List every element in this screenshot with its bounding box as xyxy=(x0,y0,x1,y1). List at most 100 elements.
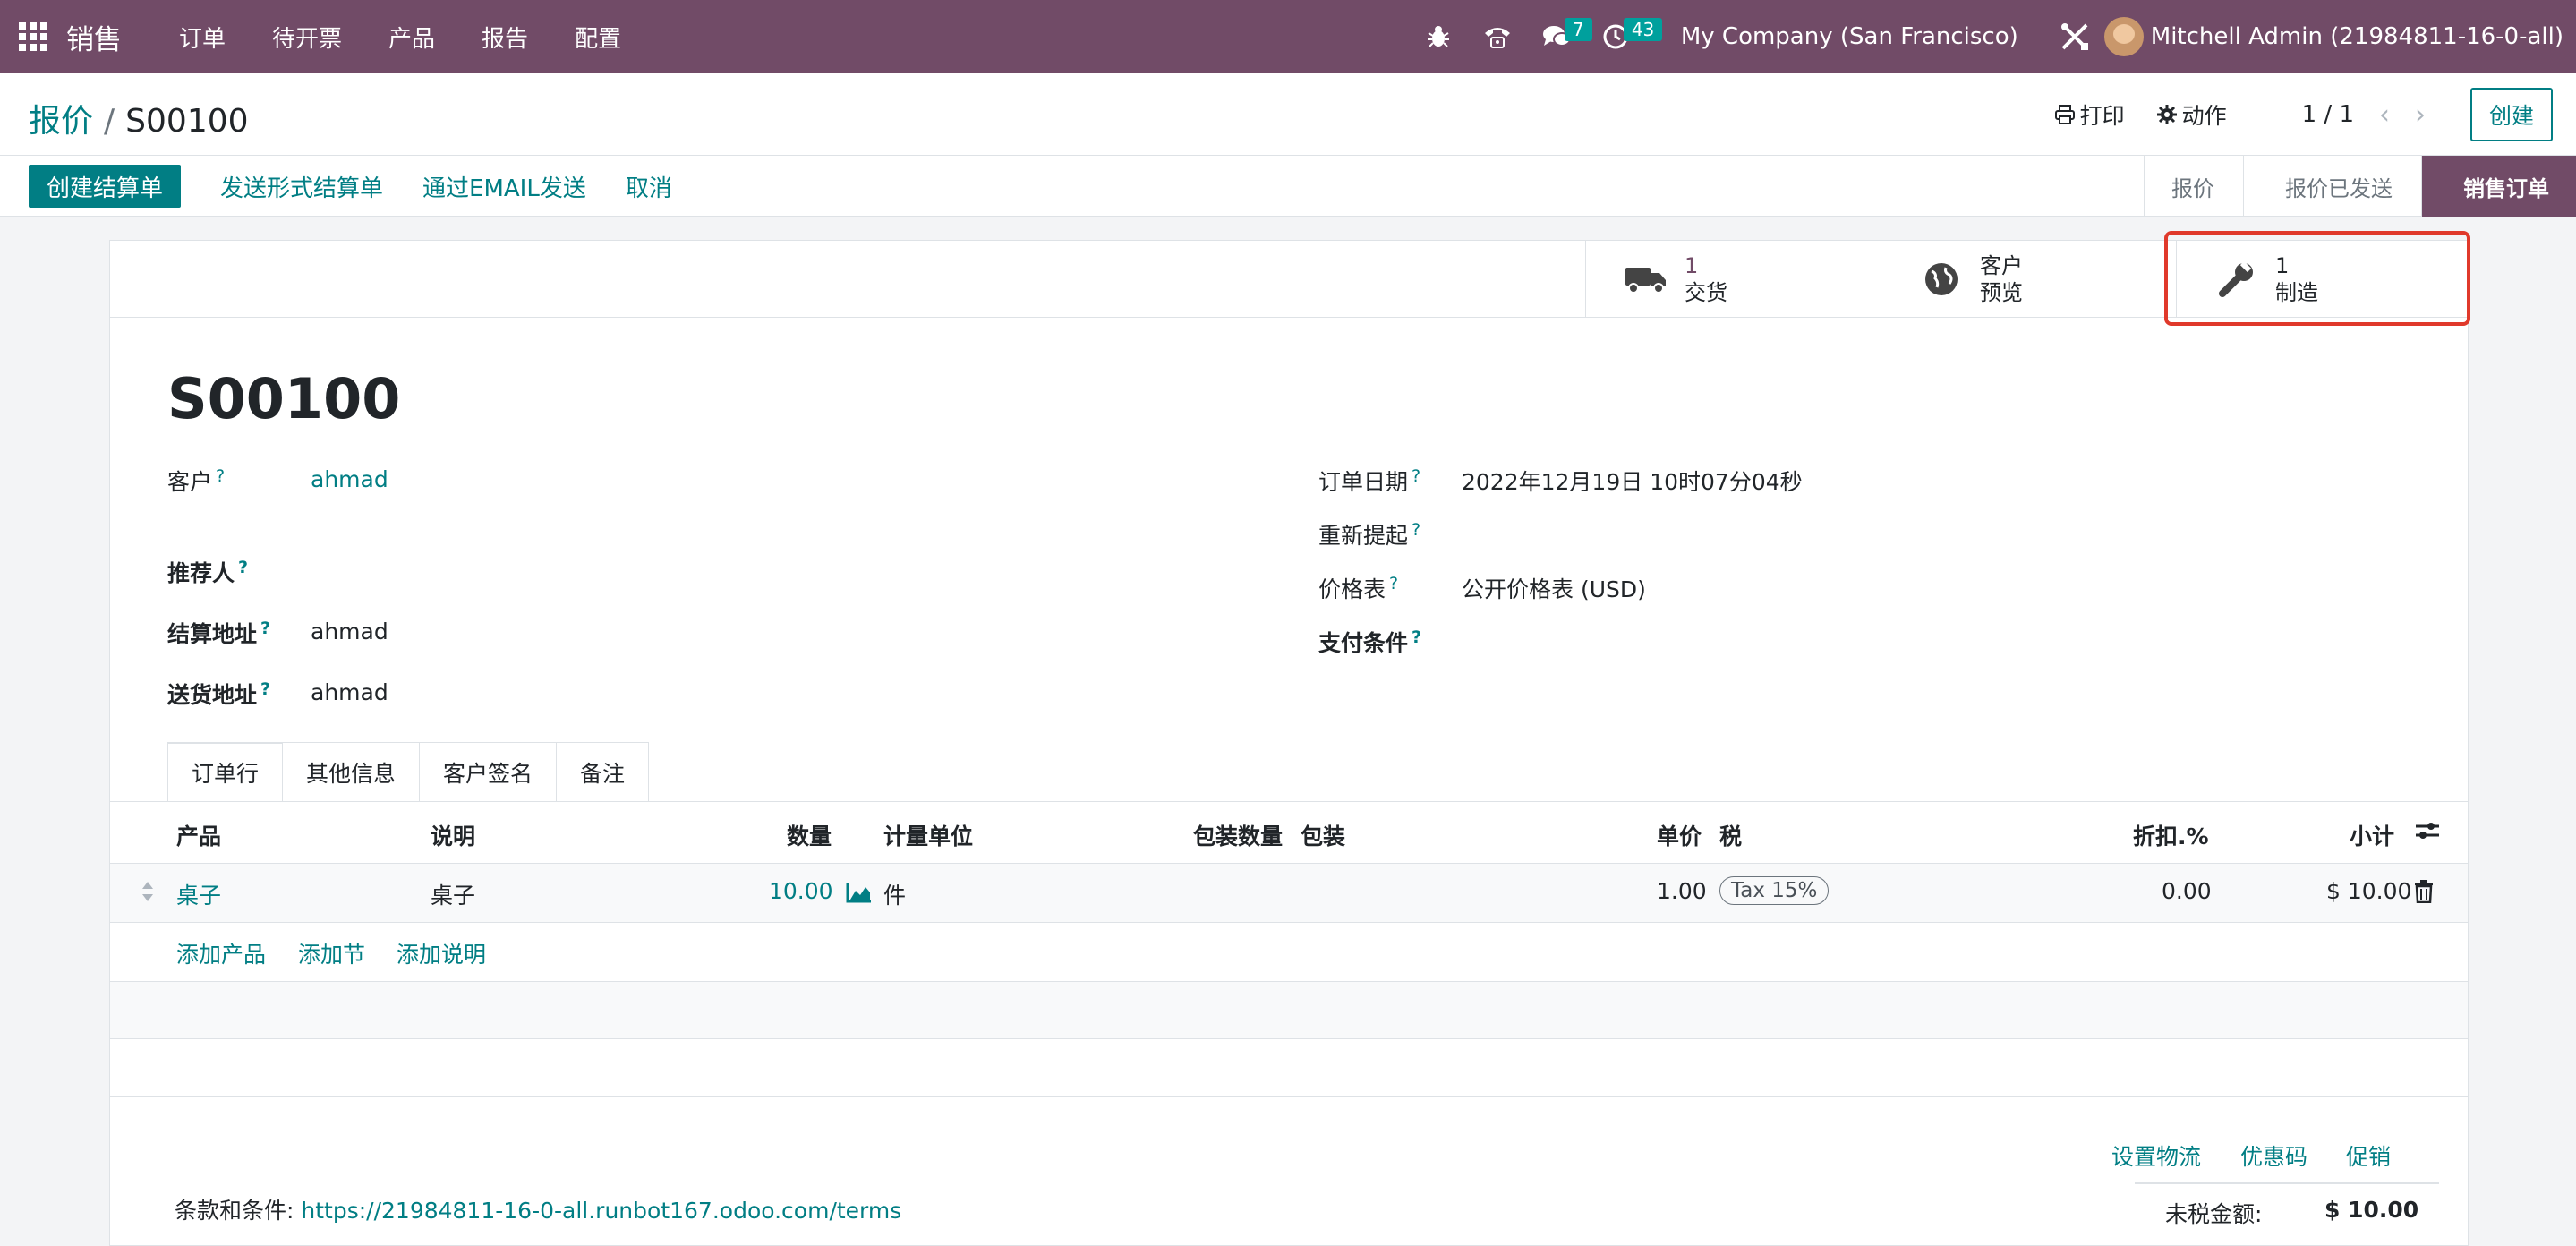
order-lines-header: 产品 说明 数量 计量单位 包装数量 包装 单价 税 折扣.% 小计 xyxy=(110,801,2468,864)
apps-menu-icon[interactable] xyxy=(0,0,66,73)
tab-other-info[interactable]: 其他信息 xyxy=(282,742,421,801)
action-button[interactable]: 动作 xyxy=(2156,98,2227,131)
line-unit-price[interactable]: 1.00 xyxy=(1657,878,1707,904)
create-button[interactable]: 创建 xyxy=(2470,88,2553,141)
company-switcher[interactable]: My Company (San Francisco) xyxy=(1645,23,2045,50)
delivery-address-field[interactable]: ahmad xyxy=(311,679,388,705)
tab-order-lines[interactable]: 订单行 xyxy=(167,742,284,801)
add-product-link[interactable]: 添加产品 xyxy=(176,937,266,969)
set-shipping-link[interactable]: 设置物流 xyxy=(2111,1139,2201,1172)
reminder-field[interactable] xyxy=(1462,518,1999,549)
customer-field[interactable]: ahmad xyxy=(311,466,388,492)
stage-quotation[interactable]: 报价 xyxy=(2144,156,2243,217)
col-unit-price[interactable]: 单价 xyxy=(1657,819,1702,851)
print-icon xyxy=(2054,105,2075,124)
referrer-field[interactable] xyxy=(311,556,848,586)
status-bar: 创建结算单 发送形式结算单 通过EMAIL发送 取消 报价 报价已发送 销售订单 xyxy=(0,156,2576,217)
tab-customer-signature[interactable]: 客户签名 xyxy=(419,742,558,801)
tab-notes[interactable]: 备注 xyxy=(556,742,650,801)
main-menu: 订单 待开票 产品 报告 配置 xyxy=(156,21,644,54)
empty-row xyxy=(110,982,2468,1039)
empty-row xyxy=(110,1039,2468,1097)
pricelist-label: 价格表? xyxy=(1318,573,1399,602)
preview-line1: 客户 xyxy=(1980,253,2023,278)
action-label: 动作 xyxy=(2181,103,2227,129)
app-brand[interactable]: 销售 xyxy=(66,17,122,57)
line-quantity[interactable]: 10.00 xyxy=(769,878,833,904)
col-discount[interactable]: 折扣.% xyxy=(2133,819,2209,851)
menu-configuration[interactable]: 配置 xyxy=(551,21,644,54)
notebook-tabs: 订单行 其他信息 客户签名 备注 xyxy=(167,742,650,801)
trash-icon[interactable] xyxy=(2414,880,2434,909)
record-title: S00100 xyxy=(167,366,401,431)
breadcrumb: 报价 / S00100 xyxy=(29,103,249,140)
forecast-chart-icon[interactable] xyxy=(846,882,873,909)
send-email-button[interactable]: 通过EMAIL发送 xyxy=(422,170,586,203)
col-uom[interactable]: 计量单位 xyxy=(883,819,973,851)
promotion-link[interactable]: 促销 xyxy=(2346,1139,2391,1172)
highlight-box xyxy=(2164,231,2470,326)
column-settings-icon[interactable] xyxy=(2414,817,2441,849)
untaxed-amount-value: $ 10.00 xyxy=(2324,1197,2419,1223)
delivery-count: 1 xyxy=(1685,253,1699,278)
bug-icon[interactable] xyxy=(1409,0,1468,73)
breadcrumb-current: S00100 xyxy=(125,103,249,140)
top-navbar: 销售 订单 待开票 产品 报告 配置 7 43 My Company (San … xyxy=(0,0,2576,73)
col-packaging[interactable]: 包装 xyxy=(1301,819,1345,851)
delivery-smart-button[interactable]: 1 交货 xyxy=(1585,241,1881,318)
truck-icon xyxy=(1624,264,1668,294)
menu-reporting[interactable]: 报告 xyxy=(458,21,551,54)
untaxed-amount-label: 未税金额: xyxy=(2165,1201,2263,1227)
print-button[interactable]: 打印 xyxy=(2054,98,2125,131)
col-tax[interactable]: 税 xyxy=(1719,819,1742,851)
add-line-row: 添加产品 添加节 添加说明 xyxy=(110,923,2468,982)
debug-tools-icon[interactable] xyxy=(2045,0,2104,73)
menu-to-invoice[interactable]: 待开票 xyxy=(249,21,365,54)
order-date-label: 订单日期? xyxy=(1318,465,1421,495)
totals-divider xyxy=(2135,1182,2439,1184)
reminder-label: 重新提起? xyxy=(1318,519,1421,549)
create-invoice-button[interactable]: 创建结算单 xyxy=(29,165,182,208)
phone-icon[interactable] xyxy=(1468,0,1527,73)
col-subtotal[interactable]: 小计 xyxy=(2350,819,2394,851)
col-packaging-qty[interactable]: 包装数量 xyxy=(1193,819,1283,851)
table-row[interactable]: 桌子 桌子 10.00 件 1.00 Tax 15% 0.00 $ 10.00 xyxy=(110,864,2468,923)
invoice-address-field[interactable]: ahmad xyxy=(311,619,388,644)
line-tax-tag[interactable]: Tax 15% xyxy=(1719,876,1830,905)
add-section-link[interactable]: 添加节 xyxy=(298,937,365,969)
col-description[interactable]: 说明 xyxy=(431,819,475,851)
pager-previous-icon[interactable]: ‹ xyxy=(2379,99,2390,131)
line-description[interactable]: 桌子 xyxy=(431,878,475,910)
pricelist-field[interactable]: 公开价格表 (USD) xyxy=(1462,572,1646,604)
coupon-link[interactable]: 优惠码 xyxy=(2240,1139,2307,1172)
stage-pipeline: 报价 报价已发送 销售订单 xyxy=(2144,156,2576,217)
drag-handle-icon[interactable] xyxy=(141,880,155,909)
terms-link[interactable]: https://21984811-16-0-all.runbot167.odoo… xyxy=(301,1198,901,1224)
activities-clock-icon[interactable]: 43 xyxy=(1586,0,1663,73)
col-quantity[interactable]: 数量 xyxy=(787,819,832,851)
stage-quotation-sent[interactable]: 报价已发送 xyxy=(2243,156,2421,217)
messages-icon[interactable]: 7 xyxy=(1527,0,1592,73)
globe-icon xyxy=(1919,262,1964,296)
pager-next-icon[interactable]: › xyxy=(2415,99,2426,131)
menu-orders[interactable]: 订单 xyxy=(156,21,249,54)
pager-value[interactable]: 1 / 1 xyxy=(2302,101,2354,128)
line-product[interactable]: 桌子 xyxy=(176,878,221,910)
delivery-address-label: 送货地址? xyxy=(167,678,271,708)
cancel-button[interactable]: 取消 xyxy=(626,170,672,203)
add-note-link[interactable]: 添加说明 xyxy=(397,937,486,969)
line-uom[interactable]: 件 xyxy=(883,878,906,910)
send-proforma-button[interactable]: 发送形式结算单 xyxy=(220,170,383,203)
user-menu[interactable]: Mitchell Admin (21984811-16-0-all) xyxy=(2103,17,2576,56)
preview-line2: 预览 xyxy=(1980,280,2023,305)
order-date-field[interactable]: 2022年12月19日 10时07分04秒 xyxy=(1462,465,1803,497)
customer-preview-smart-button[interactable]: 客户 预览 xyxy=(1881,241,2176,318)
payment-terms-field[interactable] xyxy=(1462,626,1999,656)
breadcrumb-quotations[interactable]: 报价 xyxy=(29,103,93,140)
stage-sales-order[interactable]: 销售订单 xyxy=(2421,156,2576,217)
line-discount[interactable]: 0.00 xyxy=(2162,878,2212,904)
menu-products[interactable]: 产品 xyxy=(365,21,458,54)
smart-button-box: 1 交货 客户 预览 1 制造 xyxy=(110,241,2468,318)
delivery-label: 交货 xyxy=(1685,280,1727,305)
col-product[interactable]: 产品 xyxy=(176,819,221,851)
